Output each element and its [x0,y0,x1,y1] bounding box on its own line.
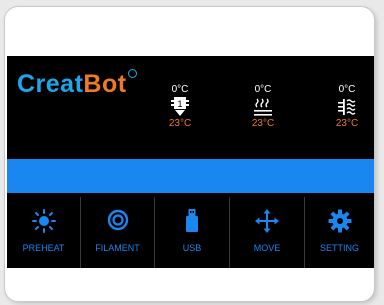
move-label: MOVE [253,243,281,253]
move-arrows-icon [255,209,279,233]
chamber-target: 0°C [338,84,356,95]
extruder-icon: 1 [171,97,189,116]
heated-bed-icon [254,98,272,116]
bed-temp[interactable]: 0°C 23°C [243,84,283,129]
extruder-target: 0°C [171,84,189,95]
chamber-temp[interactable]: 0°C 23°C [327,84,367,129]
bed-current: 23°C [251,118,275,129]
setting-label: SETTING [319,243,359,253]
extruder-temp[interactable]: 0°C 1 23°C [160,84,200,129]
creatbot-logo: CreatBot [17,69,137,99]
sun-icon [31,209,56,233]
filament-label: FILAMENT [95,243,140,253]
extruder-number: 1 [177,99,182,109]
registered-mark-icon [127,69,137,78]
setting-button[interactable]: SETTING [305,197,374,268]
gear-icon [328,209,351,233]
move-button[interactable]: MOVE [230,197,305,268]
usb-button[interactable]: USB [155,197,230,268]
bed-target: 0°C [254,84,272,95]
extruder-current: 23°C [168,118,192,129]
filament-spool-icon [107,209,128,231]
logo-part2: Bot [83,70,127,98]
filament-button[interactable]: FILAMENT [81,197,155,268]
preheat-button[interactable]: PREHEAT [7,197,81,268]
chamber-fan-icon [338,99,356,115]
usb-drive-icon [186,209,198,232]
printer-screen: CreatBot 0°C 1 23°C 0°C 23°C 0°C 23°C PR… [7,56,374,268]
logo-part1: Creat [17,70,84,98]
status-bar [7,159,374,193]
preheat-label: PREHEAT [22,243,65,253]
usb-label: USB [182,243,202,253]
chamber-current: 23°C [335,118,359,129]
main-menu: PREHEAT FILAMENT USB MOVE SETTING [7,197,374,268]
